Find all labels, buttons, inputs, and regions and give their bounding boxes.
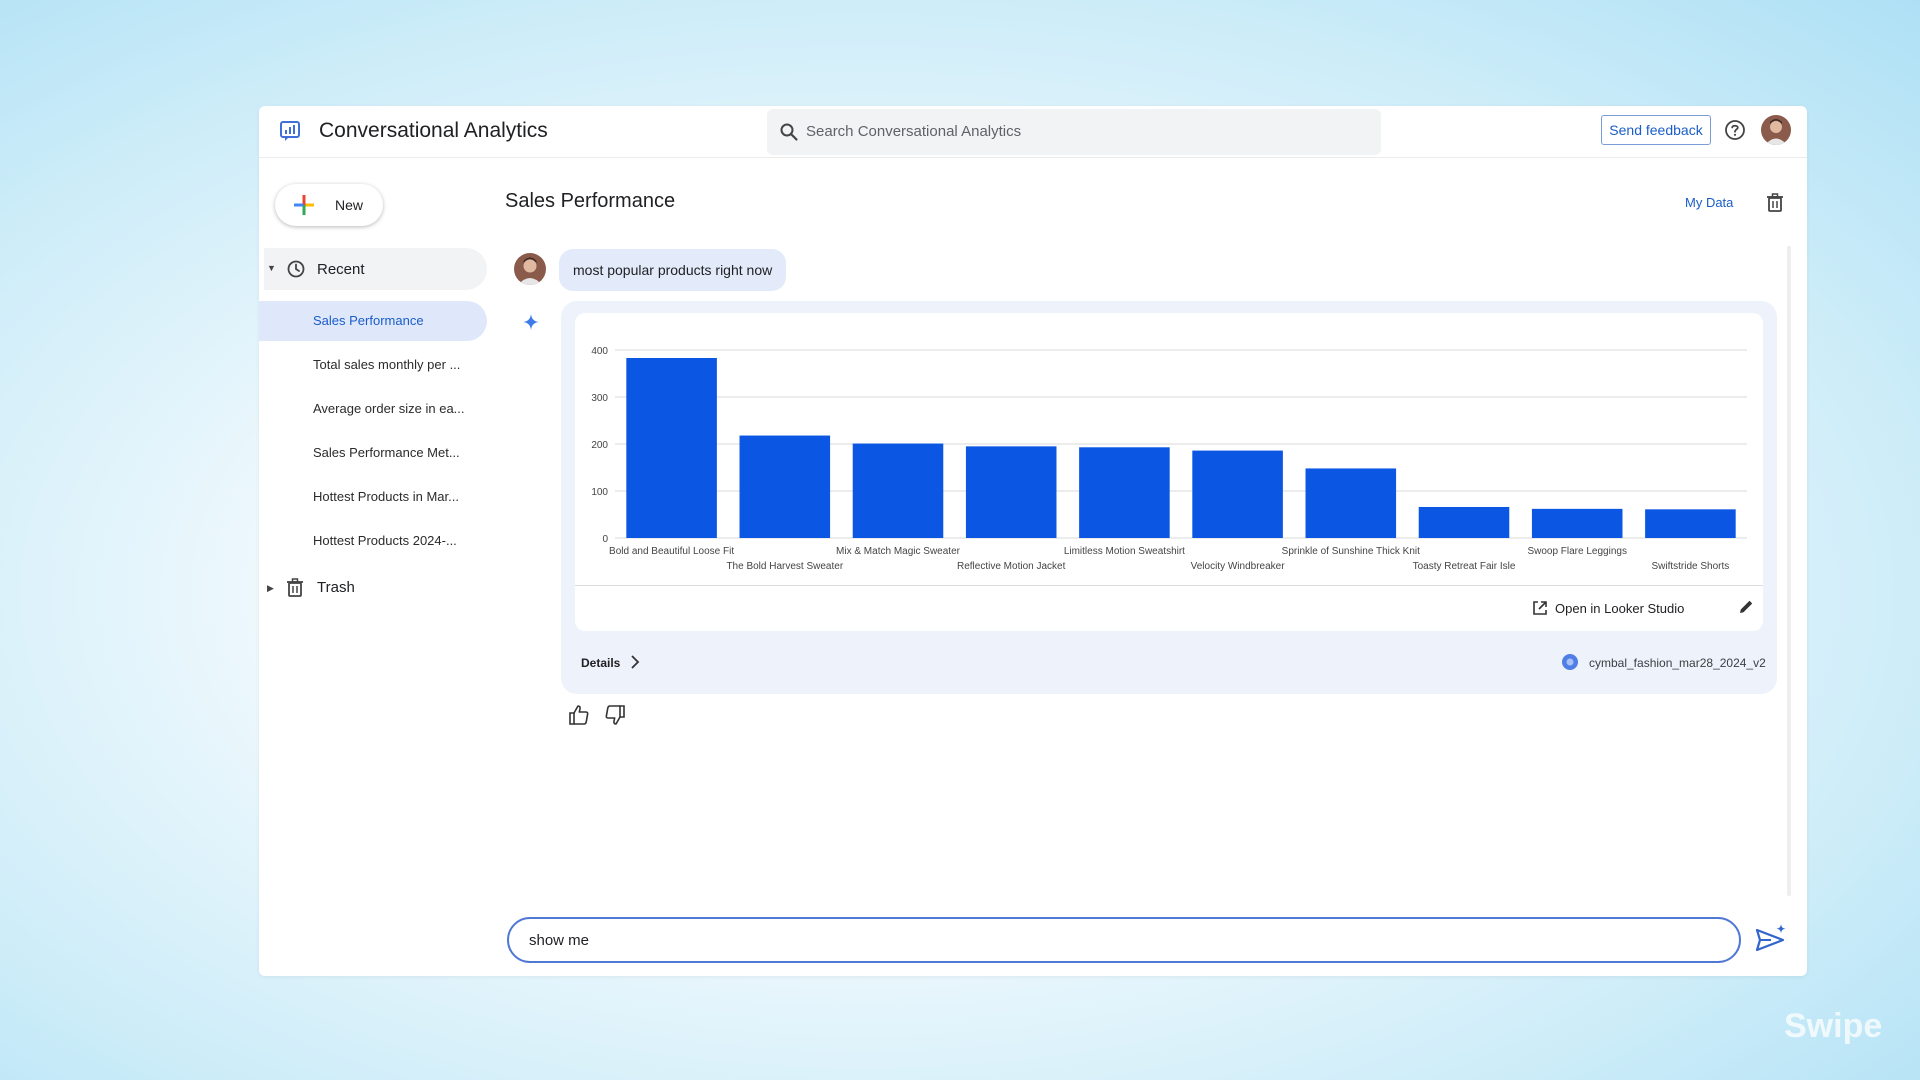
chart-bar xyxy=(1531,508,1623,538)
recent-label: Recent xyxy=(317,261,365,278)
chart-bar xyxy=(1418,506,1510,538)
sidebar-item-hottest-products-2024[interactable]: Hottest Products 2024-... xyxy=(259,521,487,561)
open-external-icon xyxy=(1533,601,1547,615)
delete-icon[interactable] xyxy=(1766,193,1784,213)
x-tick-label: Swiftstride Shorts xyxy=(1651,561,1729,572)
conversation-title: Sales Performance xyxy=(505,190,676,212)
clock-icon xyxy=(287,260,305,278)
chart-divider xyxy=(575,585,1763,586)
x-tick-label: Bold and Beautiful Loose Fit xyxy=(609,546,734,557)
chart-bar xyxy=(1645,509,1736,538)
x-tick-label: Limitless Motion Sweatshirt xyxy=(1064,546,1185,557)
data-source-label: cymbal_fashion_mar28_2024_v2 xyxy=(1589,656,1766,670)
chart-card: 0 100 200 300 400 Bold and Beautiful Loose Fi… xyxy=(575,313,1763,631)
trash-section-toggle[interactable]: ▶ Trash xyxy=(264,570,487,606)
x-tick-label: The Bold Harvest Sweater xyxy=(726,561,843,572)
prompt-input[interactable] xyxy=(507,917,1741,963)
y-tick-label: 200 xyxy=(591,440,608,451)
y-tick-label: 100 xyxy=(591,487,608,498)
sidebar-item-sales-performance[interactable]: Sales Performance xyxy=(259,301,487,341)
bar-chart: 0 100 200 300 400 Bold and Beautiful Loose Fi… xyxy=(591,346,1747,572)
x-tick-label: Mix & Match Magic Sweater xyxy=(836,546,961,557)
new-conversation-button[interactable]: New xyxy=(275,184,383,226)
watermark-text: Swipe xyxy=(1784,1007,1883,1045)
app-title: Conversational Analytics xyxy=(319,119,548,142)
user-message-bubble: most popular products right now xyxy=(559,249,787,291)
user-avatar[interactable] xyxy=(1761,115,1791,145)
x-tick-label: Velocity Windbreaker xyxy=(1191,561,1286,572)
sidebar-item-sales-performance-met[interactable]: Sales Performance Met... xyxy=(259,433,487,473)
search-placeholder: Search Conversational Analytics xyxy=(806,123,1022,140)
sidebar-item-average-order-size[interactable]: Average order size in ea... xyxy=(259,389,487,429)
trash-label: Trash xyxy=(317,579,355,596)
caret-down-icon: ▼ xyxy=(267,263,276,273)
help-icon[interactable] xyxy=(1724,119,1746,141)
y-tick-label: 400 xyxy=(591,346,608,357)
new-button-label: New xyxy=(335,197,364,213)
thumbs-down-icon[interactable] xyxy=(604,704,626,726)
send-feedback-button[interactable]: Send feedback xyxy=(1601,115,1711,145)
sparkle-icon xyxy=(523,314,539,330)
x-tick-label: Swoop Flare Leggings xyxy=(1527,546,1627,557)
x-tick-label: Sprinkle of Sunshine Thick Knit xyxy=(1282,546,1420,557)
x-tick-label: Reflective Motion Jacket xyxy=(957,561,1066,572)
edit-pencil-icon[interactable] xyxy=(1737,598,1755,616)
chart-bar xyxy=(852,443,944,538)
message-avatar xyxy=(514,253,546,285)
caret-right-icon: ▶ xyxy=(267,583,274,593)
response-card: 0 100 200 300 400 Bold and Beautiful Loose Fi… xyxy=(561,301,1777,694)
y-tick-label: 300 xyxy=(591,393,608,404)
database-source-icon xyxy=(1562,654,1578,670)
plus-icon xyxy=(294,195,314,215)
x-tick-label: Toasty Retreat Fair Isle xyxy=(1413,561,1516,572)
chart-bar xyxy=(1305,468,1397,538)
analytics-logo-icon xyxy=(280,121,300,141)
chart-bar xyxy=(1079,447,1170,538)
y-tick-label: 0 xyxy=(602,534,608,545)
recent-section-toggle[interactable]: ▼ Recent xyxy=(264,248,487,290)
scrollbar[interactable] xyxy=(1787,246,1791,896)
chart-bar xyxy=(965,446,1057,538)
search-bar[interactable]: Search Conversational Analytics xyxy=(767,109,1381,155)
my-data-link[interactable]: My Data xyxy=(1685,195,1733,210)
search-icon xyxy=(780,123,798,141)
trash-icon xyxy=(287,578,303,597)
details-toggle[interactable]: Details xyxy=(581,656,620,670)
chevron-right-icon[interactable] xyxy=(628,653,642,671)
sidebar-item-hottest-products-mar[interactable]: Hottest Products in Mar... xyxy=(259,477,487,517)
sidebar-item-total-sales-monthly[interactable]: Total sales monthly per ... xyxy=(259,345,487,385)
open-in-looker-studio-link[interactable]: Open in Looker Studio xyxy=(1555,601,1684,616)
send-icon[interactable] xyxy=(1753,922,1789,958)
chart-bar xyxy=(626,357,717,538)
app-window: Conversational Analytics Search Conversa… xyxy=(259,106,1807,976)
chart-bar xyxy=(1192,450,1283,538)
chart-bar xyxy=(739,435,831,538)
thumbs-up-icon[interactable] xyxy=(568,704,590,726)
top-bar: Conversational Analytics Search Conversa… xyxy=(259,106,1807,158)
